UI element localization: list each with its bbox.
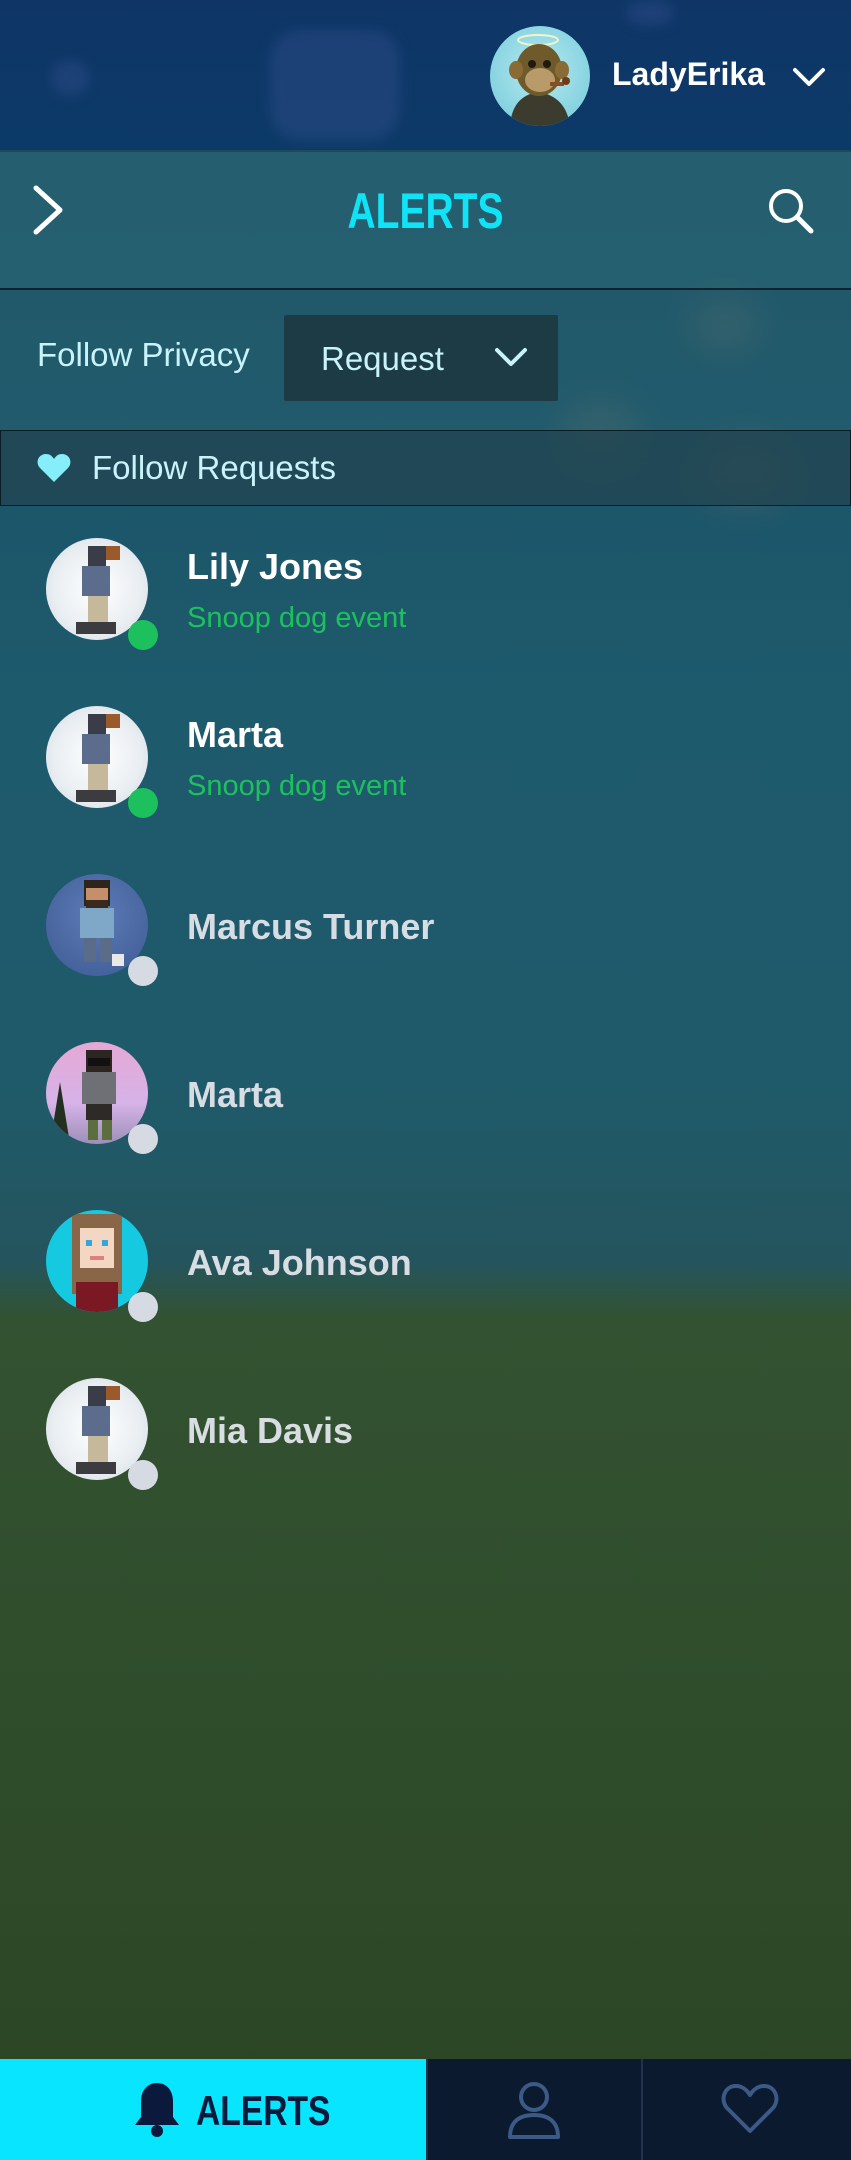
request-name: Marta bbox=[187, 1074, 284, 1115]
tab-alerts-label: ALERTS bbox=[196, 2087, 331, 2134]
status-offline-indicator bbox=[128, 956, 158, 986]
status-offline-indicator bbox=[128, 1292, 158, 1322]
heart-icon bbox=[721, 2084, 779, 2133]
request-name: Mia Davis bbox=[187, 1410, 354, 1451]
status-offline-indicator bbox=[128, 1460, 158, 1490]
user-avatar[interactable] bbox=[490, 26, 590, 126]
bottom-nav: ALERTS bbox=[0, 2059, 851, 2160]
chevron-down-icon[interactable] bbox=[792, 66, 826, 88]
request-name: Marcus Turner bbox=[187, 906, 435, 947]
list-item[interactable]: Marta bbox=[0, 1024, 851, 1192]
request-name: Lily Jones bbox=[187, 546, 364, 587]
dropdown-value: Request bbox=[321, 340, 444, 377]
status-offline-indicator bbox=[128, 1124, 158, 1154]
list-item[interactable]: Lily Jones Snoop dog event bbox=[0, 520, 851, 688]
search-icon[interactable] bbox=[764, 184, 818, 238]
chevron-down-icon bbox=[495, 348, 527, 366]
ape-avatar-icon bbox=[509, 34, 570, 126]
username[interactable]: LadyErika bbox=[612, 56, 765, 93]
request-subtitle: Snoop dog event bbox=[187, 770, 407, 802]
list-item[interactable]: Marcus Turner bbox=[0, 856, 851, 1024]
list-item[interactable]: Mia Davis bbox=[0, 1360, 851, 1528]
status-online-indicator bbox=[128, 788, 158, 818]
request-name: Marta bbox=[187, 714, 284, 755]
profile-icon bbox=[508, 2082, 560, 2139]
follow-privacy-label: Follow Privacy bbox=[37, 336, 250, 373]
list-item[interactable]: Ava Johnson bbox=[0, 1192, 851, 1360]
page-header: ALERTS bbox=[0, 150, 851, 290]
follow-requests-label: Follow Requests bbox=[92, 449, 336, 486]
tab-favorites[interactable] bbox=[643, 2059, 851, 2160]
list-item[interactable]: Marta Snoop dog event bbox=[0, 688, 851, 856]
tab-profile[interactable] bbox=[428, 2059, 641, 2160]
follow-privacy-dropdown[interactable]: Request bbox=[284, 315, 558, 401]
follow-requests-header: Follow Requests bbox=[0, 430, 851, 506]
chevron-right-icon[interactable] bbox=[28, 180, 72, 240]
heart-icon bbox=[37, 454, 71, 482]
user-bar: LadyErika bbox=[0, 0, 851, 152]
status-online-indicator bbox=[128, 620, 158, 650]
follow-privacy-row: Follow Privacy Request bbox=[0, 290, 851, 430]
request-subtitle: Snoop dog event bbox=[187, 602, 407, 634]
page-title: ALERTS bbox=[347, 183, 504, 239]
bell-icon bbox=[135, 2083, 179, 2137]
tab-alerts[interactable]: ALERTS bbox=[0, 2059, 426, 2160]
request-name: Ava Johnson bbox=[187, 1242, 412, 1283]
